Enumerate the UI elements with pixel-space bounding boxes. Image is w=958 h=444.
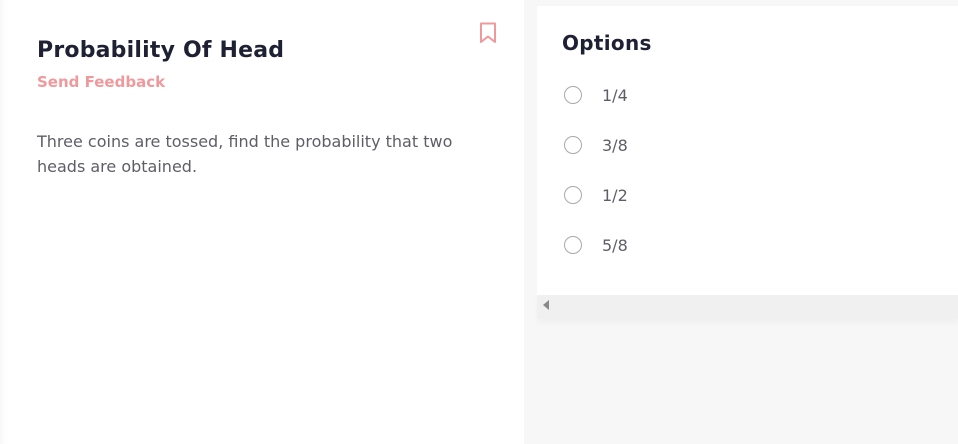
radio-button[interactable]	[564, 136, 582, 154]
radio-button[interactable]	[564, 186, 582, 204]
horizontal-scrollbar[interactable]	[537, 295, 958, 319]
option-3[interactable]: 1/2	[564, 183, 628, 207]
option-1[interactable]: 1/4	[564, 83, 628, 107]
option-label: 1/4	[602, 85, 628, 105]
bookmark-icon[interactable]	[479, 22, 497, 44]
option-4[interactable]: 5/8	[564, 233, 628, 257]
send-feedback-link[interactable]: Send Feedback	[37, 73, 165, 91]
option-2[interactable]: 3/8	[564, 133, 628, 157]
radio-button[interactable]	[564, 86, 582, 104]
option-label: 1/2	[602, 185, 628, 205]
options-title: Options	[562, 31, 652, 55]
question-text: Three coins are tossed, find the probabi…	[37, 132, 453, 176]
page: Probability Of Head Send Feedback Three …	[0, 0, 958, 444]
option-label: 5/8	[602, 235, 628, 255]
radio-button[interactable]	[564, 236, 582, 254]
scroll-left-arrow-icon[interactable]	[543, 300, 549, 310]
question-title: Probability Of Head	[37, 38, 285, 63]
question-panel: Probability Of Head Send Feedback Three …	[0, 0, 524, 444]
option-label: 3/8	[602, 135, 628, 155]
